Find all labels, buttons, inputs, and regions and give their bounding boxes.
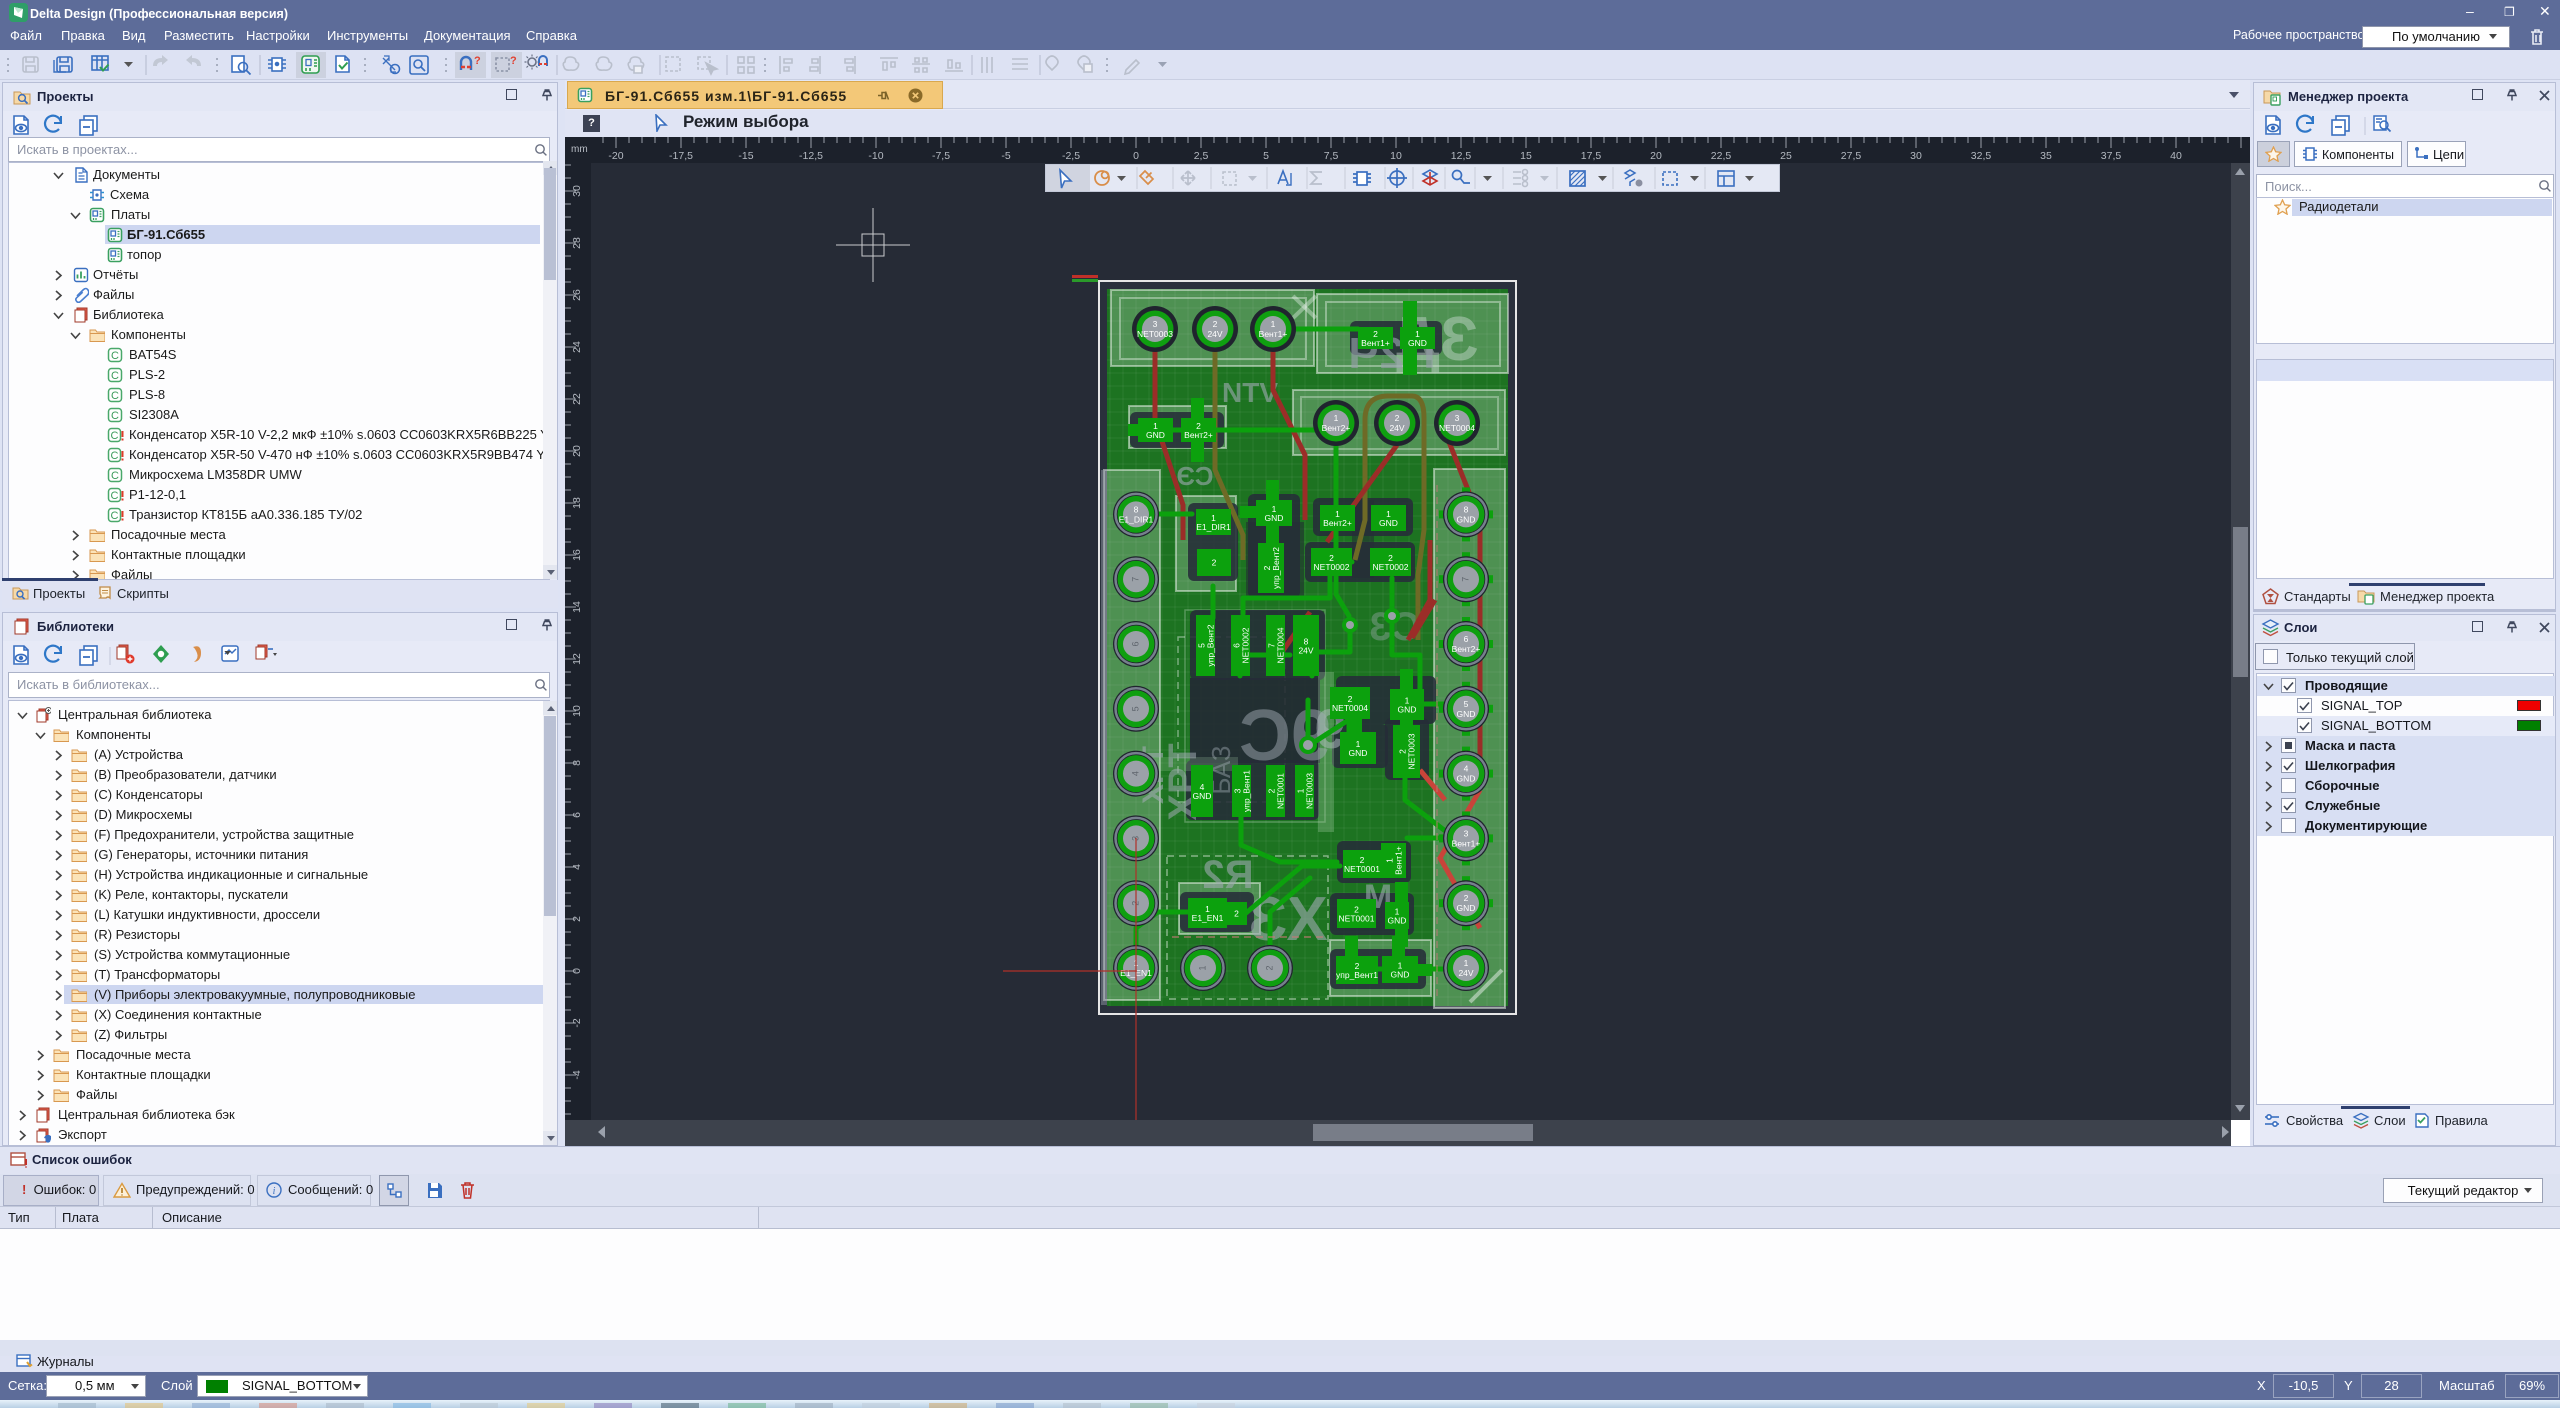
svg-text:14: 14 [571, 601, 583, 613]
svg-text:20: 20 [1650, 150, 1662, 162]
svg-text:-7,5: -7,5 [932, 150, 950, 162]
svg-text:4: 4 [571, 864, 583, 870]
svg-text:-12,5: -12,5 [799, 150, 823, 162]
svg-text:3: 3 [1130, 836, 1140, 841]
svg-text:-2: -2 [571, 1018, 583, 1027]
svg-text:2: 2 [1234, 909, 1239, 919]
svg-text:24: 24 [571, 341, 583, 353]
svg-text:-20: -20 [608, 150, 623, 162]
svg-text:7: 7 [1130, 577, 1140, 582]
svg-text:20: 20 [571, 445, 583, 457]
svg-text:32,5: 32,5 [1971, 150, 1992, 162]
svg-text:-5: -5 [1001, 150, 1010, 162]
svg-text:-10: -10 [868, 150, 883, 162]
svg-text:-17,5: -17,5 [669, 150, 693, 162]
svg-text:9С: 9С [1239, 696, 1331, 776]
svg-text:30: 30 [1910, 150, 1922, 162]
svg-text:15: 15 [1520, 150, 1532, 162]
svg-text:27,5: 27,5 [1841, 150, 1862, 162]
svg-text:12,5: 12,5 [1451, 150, 1472, 162]
svg-text:40: 40 [2170, 150, 2182, 162]
svg-text:35: 35 [2040, 150, 2052, 162]
svg-text:i: i [273, 1186, 276, 1197]
svg-text:2: 2 [1264, 965, 1274, 970]
svg-text:10: 10 [571, 705, 583, 717]
svg-text:?: ? [474, 55, 481, 67]
svg-text:2: 2 [571, 916, 583, 922]
svg-text:5: 5 [1130, 706, 1140, 711]
svg-text:0: 0 [571, 968, 583, 974]
svg-text:5: 5 [1263, 150, 1269, 162]
svg-text:8: 8 [571, 760, 583, 766]
svg-text:22: 22 [571, 393, 583, 405]
svg-text:28: 28 [571, 237, 583, 249]
svg-text:26: 26 [571, 289, 583, 301]
svg-text:22,5: 22,5 [1711, 150, 1732, 162]
svg-text:2,5: 2,5 [1194, 150, 1209, 162]
svg-text:?: ? [510, 55, 517, 67]
svg-text:NTV: NTV [1222, 377, 1278, 408]
svg-text:-4: -4 [571, 1070, 583, 1079]
svg-text:R2: R2 [1202, 853, 1253, 897]
svg-text:18: 18 [571, 497, 583, 509]
svg-text:6: 6 [1130, 641, 1140, 646]
svg-text:0: 0 [1133, 150, 1139, 162]
svg-text:4: 4 [1130, 771, 1140, 776]
svg-text:2: 2 [1212, 558, 1217, 568]
svg-text:37,5: 37,5 [2101, 150, 2122, 162]
svg-text:7: 7 [1460, 577, 1470, 582]
svg-text:16: 16 [571, 549, 583, 561]
svg-text:-2,5: -2,5 [1062, 150, 1080, 162]
svg-text:6: 6 [571, 812, 583, 818]
svg-text:mm: mm [571, 144, 588, 155]
svg-text:1: 1 [1197, 965, 1207, 970]
svg-text:7,5: 7,5 [1324, 150, 1339, 162]
svg-text:17,5: 17,5 [1581, 150, 1602, 162]
svg-text:25: 25 [1780, 150, 1792, 162]
svg-text:2: 2 [1130, 901, 1140, 906]
svg-text:30: 30 [571, 185, 583, 197]
svg-text:10: 10 [1390, 150, 1402, 162]
svg-text:СЭ: СЭ [1177, 461, 1214, 491]
svg-text:12: 12 [571, 653, 583, 665]
svg-text:-15: -15 [738, 150, 753, 162]
